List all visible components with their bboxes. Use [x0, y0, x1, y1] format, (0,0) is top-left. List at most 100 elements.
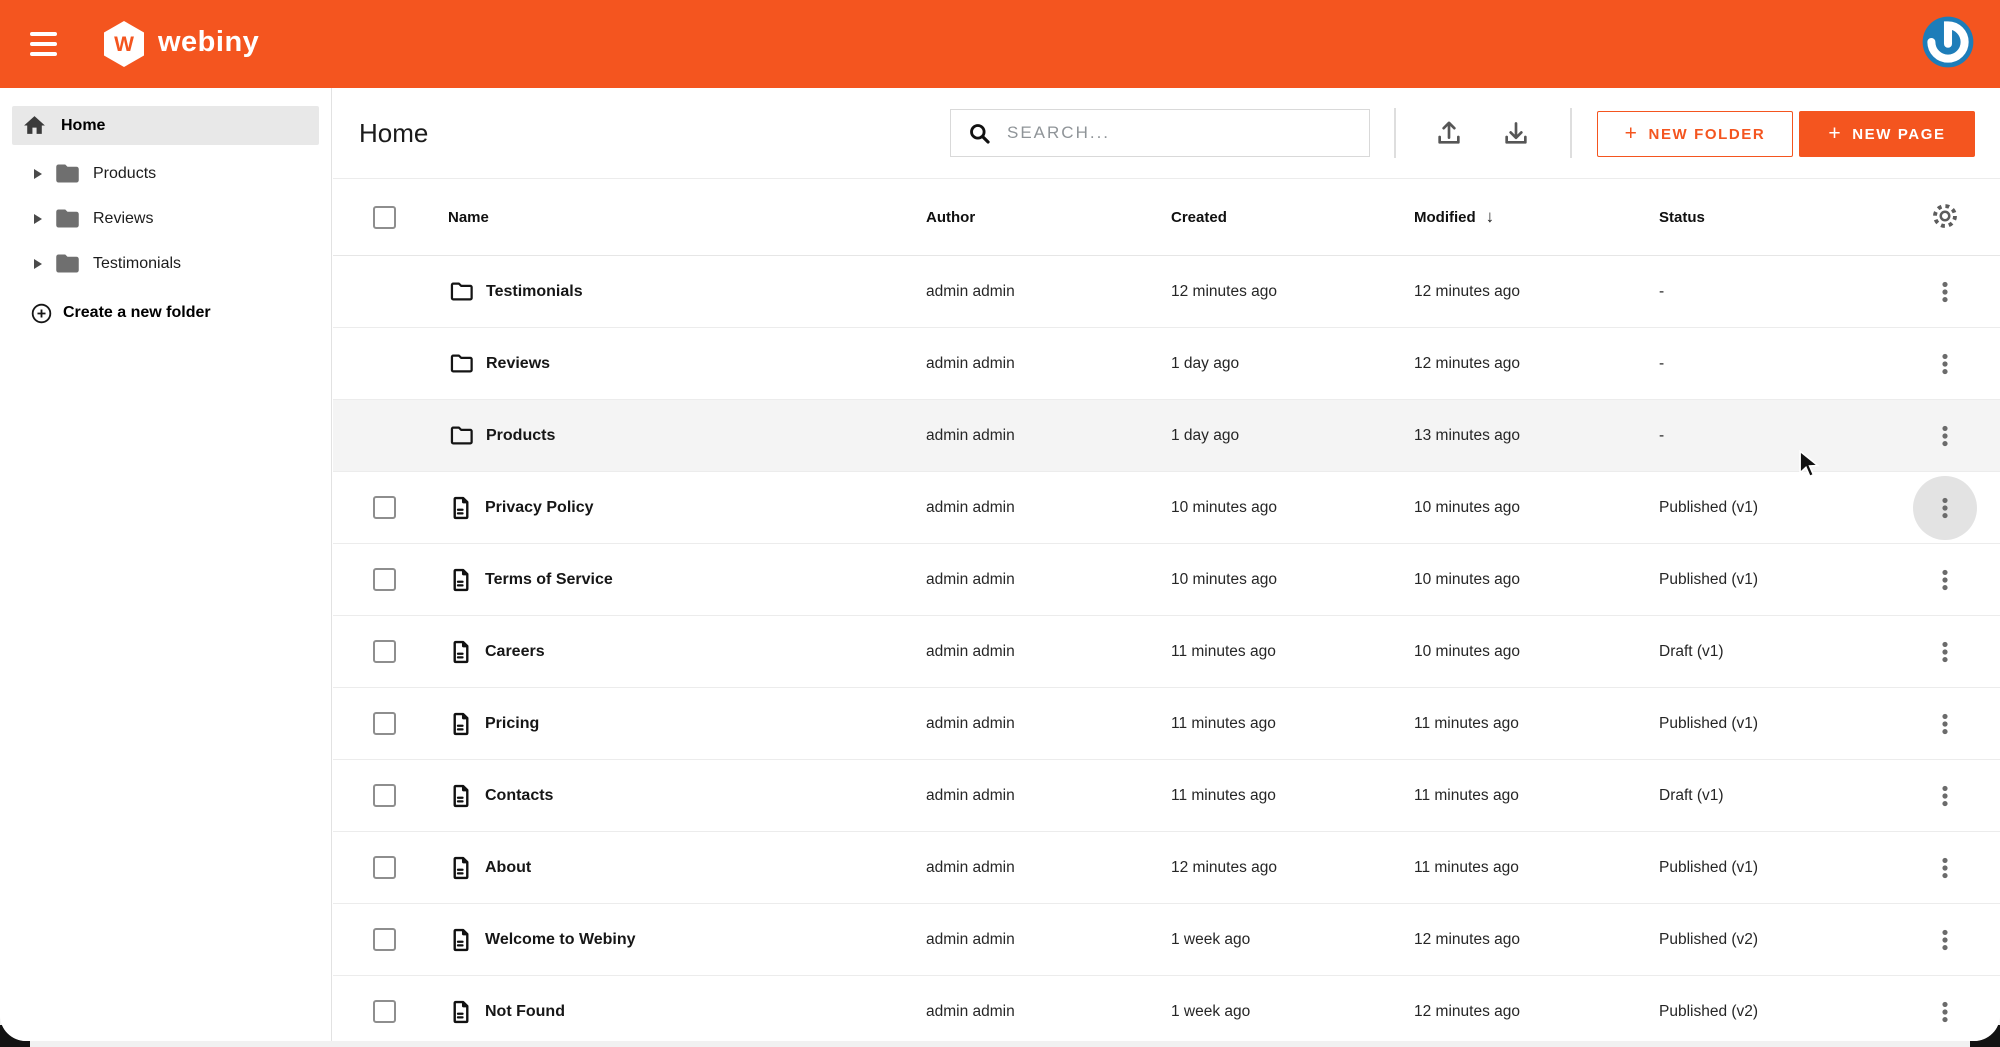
row-name-cell[interactable]: Privacy Policy	[448, 495, 926, 521]
row-checkbox[interactable]	[373, 856, 396, 879]
row-name-cell[interactable]: Products	[448, 422, 926, 449]
row-menu-button[interactable]	[1917, 912, 1973, 968]
row-created: 1 day ago	[1171, 426, 1240, 444]
row-author: admin admin	[926, 426, 1015, 444]
column-header-status[interactable]: Status	[1659, 209, 1917, 226]
row-modified: 12 minutes ago	[1414, 282, 1520, 300]
create-folder-button[interactable]: Create a new folder	[0, 288, 331, 338]
folder-icon	[56, 164, 79, 183]
new-folder-label: NEW FOLDER	[1648, 125, 1766, 143]
table-row[interactable]: Privacy Policy admin admin 10 minutes ag…	[333, 472, 2000, 544]
row-name: Terms of Service	[485, 570, 613, 588]
divider	[1394, 108, 1396, 158]
kebab-menu-icon	[1942, 857, 1948, 878]
row-menu-button[interactable]	[1917, 840, 1973, 896]
page-title: Home	[359, 117, 429, 148]
divider	[1570, 108, 1572, 158]
row-name-cell[interactable]: Terms of Service	[448, 567, 926, 593]
row-author: admin admin	[926, 354, 1015, 372]
row-name-cell[interactable]: Not Found	[448, 999, 926, 1025]
column-header-created[interactable]: Created	[1171, 209, 1414, 226]
row-modified: 10 minutes ago	[1414, 570, 1520, 588]
table-row[interactable]: Careers admin admin 11 minutes ago 10 mi…	[333, 616, 2000, 688]
sidebar-item-products[interactable]: Products	[0, 151, 331, 196]
row-menu-button[interactable]	[1917, 696, 1973, 752]
row-checkbox[interactable]	[373, 640, 396, 663]
table-row[interactable]: Reviews admin admin 1 day ago 12 minutes…	[333, 328, 2000, 400]
new-page-button[interactable]: + NEW PAGE	[1799, 111, 1975, 157]
row-name-cell[interactable]: Pricing	[448, 711, 926, 737]
column-header-author[interactable]: Author	[926, 209, 1171, 226]
row-name-cell[interactable]: Welcome to Webiny	[448, 927, 926, 953]
menu-icon[interactable]	[22, 16, 78, 72]
row-menu-button[interactable]	[1917, 624, 1973, 680]
row-menu-button[interactable]	[1917, 336, 1973, 392]
kebab-menu-icon	[1942, 1001, 1948, 1022]
row-name-cell[interactable]: Careers	[448, 639, 926, 665]
sidebar-item-label: Products	[93, 164, 157, 182]
plus-icon: +	[1828, 121, 1843, 145]
table-header: Name Author Created Modified ↓ Status	[333, 179, 2000, 256]
row-name-cell[interactable]: Contacts	[448, 783, 926, 809]
row-checkbox[interactable]	[373, 496, 396, 519]
row-checkbox[interactable]	[373, 568, 396, 591]
table-body: Testimonials admin admin 12 minutes ago …	[333, 256, 2000, 1041]
row-status: Published (v1)	[1659, 498, 1759, 516]
row-menu-button[interactable]	[1913, 475, 1977, 540]
row-checkbox[interactable]	[373, 712, 396, 735]
row-name: Testimonials	[486, 282, 583, 300]
select-all-checkbox[interactable]	[373, 205, 396, 229]
circle-plus-icon	[31, 303, 52, 323]
row-created: 10 minutes ago	[1171, 498, 1277, 516]
caret-right-icon[interactable]	[34, 213, 42, 224]
folder-icon	[450, 426, 473, 445]
new-folder-button[interactable]: + NEW FOLDER	[1597, 111, 1793, 157]
search-input[interactable]	[993, 110, 1369, 156]
row-menu-button[interactable]	[1917, 552, 1973, 608]
table-row[interactable]: About admin admin 12 minutes ago 11 minu…	[333, 832, 2000, 904]
sidebar-item-home[interactable]: Home	[12, 106, 319, 145]
row-name-cell[interactable]: Testimonials	[448, 278, 926, 305]
sidebar-item-label: Reviews	[93, 209, 154, 227]
page-icon	[453, 496, 469, 519]
kebab-menu-icon	[1942, 425, 1948, 446]
row-menu-button[interactable]	[1917, 264, 1973, 320]
row-name-cell[interactable]: About	[448, 855, 926, 881]
sidebar-item-reviews[interactable]: Reviews	[0, 196, 331, 241]
caret-right-icon[interactable]	[34, 168, 42, 179]
table-row[interactable]: Terms of Service admin admin 10 minutes …	[333, 544, 2000, 616]
row-menu-button[interactable]	[1917, 768, 1973, 824]
row-checkbox[interactable]	[373, 928, 396, 951]
caret-right-icon[interactable]	[34, 258, 42, 269]
row-author: admin admin	[926, 282, 1015, 300]
table-row[interactable]: Contacts admin admin 11 minutes ago 11 m…	[333, 760, 2000, 832]
download-button[interactable]	[1499, 117, 1533, 151]
table-settings-button[interactable]	[1928, 200, 1962, 234]
row-checkbox[interactable]	[373, 1000, 396, 1023]
table-row[interactable]: Welcome to Webiny admin admin 1 week ago…	[333, 904, 2000, 976]
table-row[interactable]: Testimonials admin admin 12 minutes ago …	[333, 256, 2000, 328]
row-name: Reviews	[486, 354, 551, 372]
table-row[interactable]: Not Found admin admin 1 week ago 12 minu…	[333, 976, 2000, 1041]
row-name: Welcome to Webiny	[485, 930, 636, 948]
topbar: W webiny	[0, 0, 2000, 88]
table-row[interactable]: Pricing admin admin 11 minutes ago 11 mi…	[333, 688, 2000, 760]
row-checkbox[interactable]	[373, 784, 396, 807]
sidebar-item-label: Home	[61, 116, 106, 134]
sidebar-item-testimonials[interactable]: Testimonials	[0, 241, 331, 286]
row-name: Privacy Policy	[485, 498, 594, 516]
row-modified: 11 minutes ago	[1414, 858, 1519, 876]
column-header-name[interactable]: Name	[448, 209, 926, 226]
row-menu-button[interactable]	[1917, 408, 1973, 464]
webiny-hexagon-icon: W	[104, 21, 144, 67]
page-icon	[453, 856, 469, 879]
table-row[interactable]: Products admin admin 1 day ago 13 minute…	[333, 400, 2000, 472]
row-created: 11 minutes ago	[1171, 642, 1276, 660]
column-header-modified[interactable]: Modified ↓	[1414, 207, 1659, 227]
folder-icon	[56, 254, 79, 273]
row-name-cell[interactable]: Reviews	[448, 350, 926, 377]
upload-button[interactable]	[1432, 117, 1466, 151]
avatar[interactable]	[1920, 14, 1976, 70]
sort-desc-icon: ↓	[1485, 207, 1495, 226]
row-menu-button[interactable]	[1917, 984, 1973, 1040]
